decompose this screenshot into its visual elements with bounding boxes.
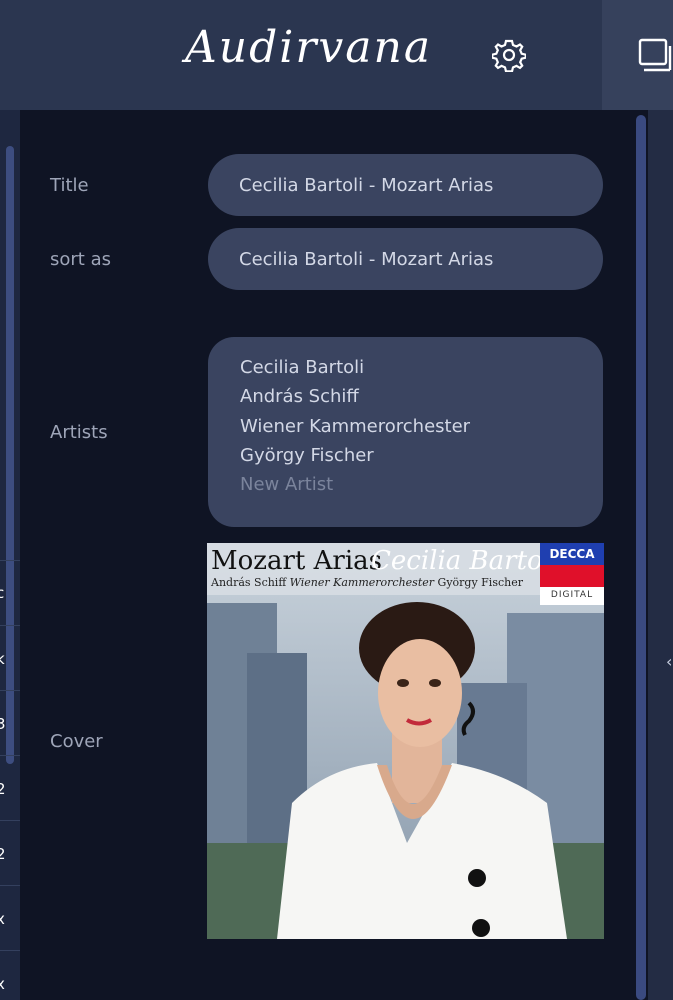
list-divider — [0, 820, 20, 821]
cover-credit: Wiener Kammerorchester — [289, 576, 435, 589]
new-artist-input[interactable]: New Artist — [240, 470, 603, 499]
artist-item[interactable]: Cecilia Bartoli — [240, 353, 603, 382]
list-divider — [0, 625, 20, 626]
album-cover[interactable]: Mozart Arias Cecilia Bartoli András Schi… — [207, 543, 604, 939]
artists-label: Artists — [50, 422, 108, 443]
gear-icon — [491, 39, 527, 73]
app-header: Audirvana — [0, 0, 602, 110]
list-item-fragment[interactable]: 2 — [0, 780, 10, 798]
list-item-fragment[interactable]: 2 — [0, 845, 10, 863]
sort-as-field[interactable]: Cecilia Bartoli - Mozart Arias — [208, 228, 603, 290]
settings-button[interactable] — [491, 38, 527, 73]
header-right-panel — [602, 0, 673, 110]
label-name: DECCA — [540, 543, 604, 565]
artist-item[interactable]: György Fischer — [240, 441, 603, 470]
title-field[interactable]: Cecilia Bartoli - Mozart Arias — [208, 154, 603, 216]
cover-credits: András Schiff Wiener Kammerorchester Gyö… — [211, 576, 523, 589]
cover-label: Cover — [50, 731, 103, 752]
app-logo: Audirvana — [185, 22, 433, 73]
list-item-fragment[interactable]: c — [0, 584, 10, 602]
cover-title: Mozart Arias — [211, 546, 382, 576]
cover-credit: András Schiff — [211, 576, 287, 589]
artist-item[interactable]: András Schiff — [240, 382, 603, 411]
list-item-fragment[interactable]: x — [0, 975, 10, 993]
list-divider — [0, 885, 20, 886]
right-scrollbar[interactable] — [636, 115, 646, 1000]
sort-as-label: sort as — [50, 249, 111, 270]
cover-credit: György Fischer — [437, 576, 523, 589]
list-item-fragment[interactable]: 3 — [0, 715, 10, 733]
artist-item[interactable]: Wiener Kammerorchester — [240, 412, 603, 441]
right-panel-strip — [648, 110, 673, 1000]
title-label: Title — [50, 175, 89, 196]
artists-field[interactable]: Cecilia Bartoli András Schiff Wiener Kam… — [208, 337, 603, 527]
list-divider — [0, 950, 20, 951]
cover-artist: Cecilia Bartoli — [371, 546, 560, 576]
display-mode-button[interactable] — [638, 36, 673, 76]
list-divider — [0, 560, 20, 561]
display-icon — [638, 38, 672, 72]
label-stripe — [540, 565, 604, 587]
list-item-fragment[interactable]: x — [0, 910, 10, 928]
list-divider — [0, 690, 20, 691]
list-divider — [0, 755, 20, 756]
label-logo: DECCA DIGITAL — [540, 543, 604, 605]
left-scrollbar[interactable] — [6, 146, 14, 764]
chevron-left-icon[interactable]: ‹ — [666, 652, 673, 674]
list-item-fragment[interactable]: k — [0, 650, 10, 668]
label-sub: DIGITAL — [550, 590, 594, 600]
